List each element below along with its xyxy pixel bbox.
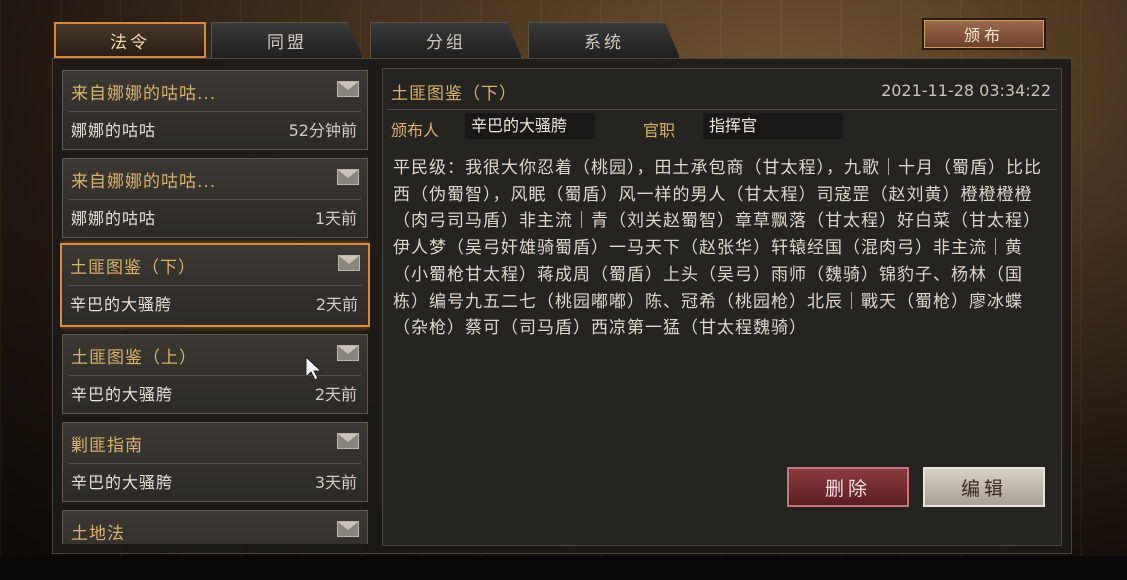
detail-date: 2021-11-28 03:34:22 — [881, 81, 1051, 100]
mail-sender: 辛巴的大骚胯 — [71, 473, 174, 492]
mail-item[interactable]: 来自娜娜的咕咕... 娜娜的咕咕 1天前 — [62, 158, 368, 238]
mail-sender: 娜娜的咕咕 — [71, 121, 157, 140]
publisher-value: 辛巴的大骚胯 — [465, 113, 595, 139]
bottom-strip — [0, 556, 1127, 580]
mail-title: 土匪图鉴（下） — [70, 258, 196, 278]
envelope-icon — [338, 255, 360, 271]
position-value: 指挥官 — [703, 113, 843, 139]
detail-content[interactable]: 平民级：我很大你忍着（桃园），田土承包商（甘太程），九歌｜十月（蜀盾）比比西（伪… — [393, 155, 1049, 403]
mail-title: 来自娜娜的咕咕... — [71, 84, 217, 104]
mail-sender: 辛巴的大骚胯 — [70, 295, 173, 314]
mail-time: 2天前 — [315, 295, 358, 314]
envelope-icon — [337, 345, 359, 361]
mail-detail-panel: 土匪图鉴（下） 2021-11-28 03:34:22 颁布人 辛巴的大骚胯 官… — [382, 68, 1062, 546]
divider — [387, 109, 1057, 110]
mail-title: 剿匪指南 — [71, 436, 143, 456]
envelope-icon — [337, 81, 359, 97]
divider — [69, 199, 361, 200]
mail-time: 3天前 — [314, 473, 357, 492]
tab-group[interactable]: 分组 — [370, 22, 522, 58]
mail-sender: 娜娜的咕咕 — [71, 209, 157, 228]
mail-item-selected[interactable]: 土匪图鉴（下） 辛巴的大骚胯 2天前 — [60, 243, 370, 327]
mail-title: 土地法 — [71, 524, 125, 544]
mail-title: 土匪图鉴（上） — [71, 348, 197, 368]
publish-button[interactable]: 颁布 — [922, 18, 1046, 50]
mail-item[interactable]: 剿匪指南 辛巴的大骚胯 3天前 — [62, 422, 368, 502]
envelope-icon — [337, 521, 359, 537]
tab-decree[interactable]: 法令 — [54, 22, 206, 58]
envelope-icon — [337, 169, 359, 185]
mail-item[interactable]: 土地法 — [62, 510, 368, 544]
envelope-icon — [337, 433, 359, 449]
divider — [69, 111, 361, 112]
divider — [68, 285, 362, 286]
mouse-cursor-icon — [305, 355, 325, 386]
mail-time: 52分钟前 — [288, 121, 357, 140]
publisher-label: 颁布人 — [391, 121, 440, 140]
detail-title: 土匪图鉴（下） — [391, 84, 517, 104]
tab-alliance[interactable]: 同盟 — [211, 22, 363, 58]
delete-button[interactable]: 删除 — [787, 467, 909, 507]
edit-button[interactable]: 编辑 — [923, 467, 1045, 507]
mail-sender: 辛巴的大骚胯 — [71, 385, 174, 404]
divider — [69, 463, 361, 464]
mail-title: 来自娜娜的咕咕... — [71, 172, 217, 192]
mail-list[interactable]: 来自娜娜的咕咕... 娜娜的咕咕 52分钟前 来自娜娜的咕咕... 娜娜的咕咕 … — [60, 66, 370, 544]
mail-item[interactable]: 来自娜娜的咕咕... 娜娜的咕咕 52分钟前 — [62, 70, 368, 150]
mail-time: 1天前 — [314, 209, 357, 228]
tab-system[interactable]: 系统 — [528, 22, 680, 58]
position-label: 官职 — [643, 121, 676, 140]
